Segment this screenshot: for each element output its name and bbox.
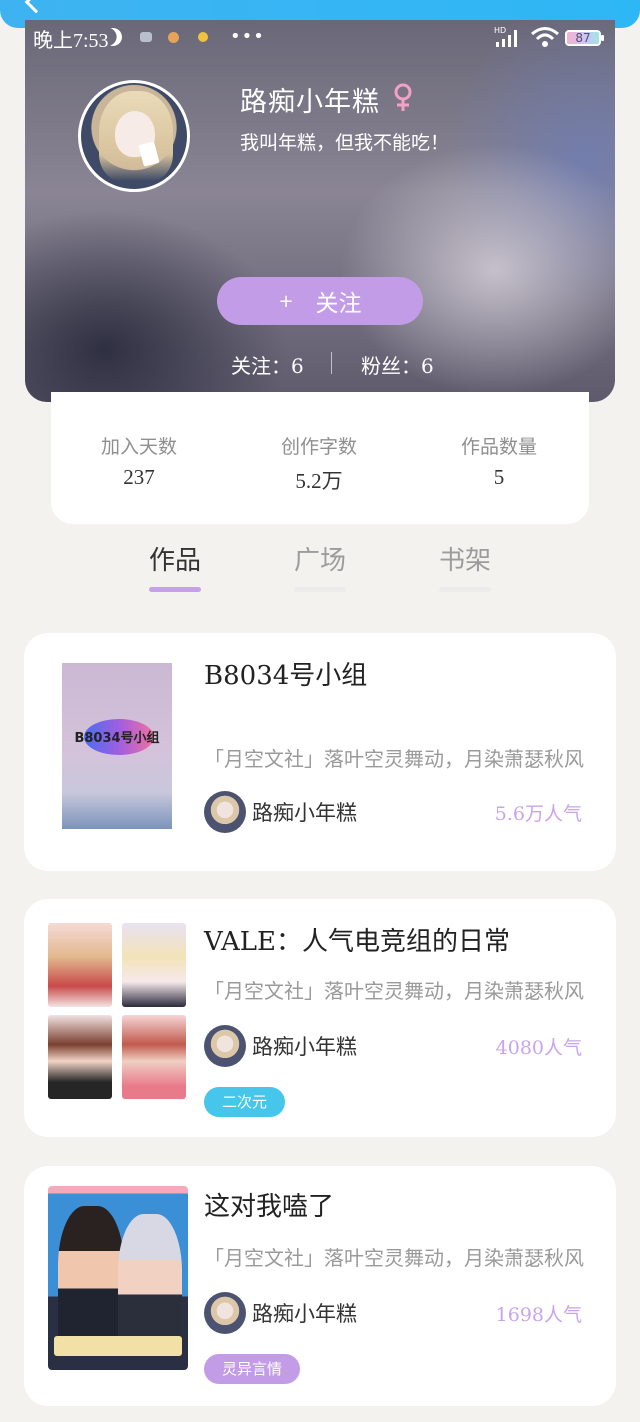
follow-button[interactable]: + 关注 [217, 277, 423, 325]
work-cover: B8034号小组 [62, 663, 172, 829]
wifi-icon [531, 27, 559, 47]
tab-label: 作品 [148, 546, 201, 576]
stats-card: 加入天数 237 创作字数 5.2万 作品数量 5 [51, 392, 589, 524]
female-icon [394, 83, 412, 111]
app-notification-icon [168, 32, 179, 43]
author-avatar [204, 1292, 246, 1334]
stat-value: 237 [123, 465, 155, 489]
work-card[interactable]: B8034号小组 B8034号小组 「月空文社」落叶空灵舞动，月染萧瑟秋风 路痴… [24, 633, 616, 871]
work-cover [48, 923, 188, 1101]
genre-tag[interactable]: 二次元 [204, 1087, 286, 1117]
work-title: 这对我嗑了 [204, 1192, 335, 1222]
cover-cell [48, 923, 112, 1007]
tab-square[interactable]: 广场 [280, 540, 360, 592]
tab-underline [439, 587, 491, 592]
work-desc: 「月空文社」落叶空灵舞动，月染萧瑟秋风 [204, 979, 584, 1003]
cover-player-bar [54, 1336, 182, 1356]
author-name: 路痴小年糕 [252, 1302, 357, 1326]
following-count[interactable]: 关注：6 [231, 350, 304, 379]
stat-label: 作品数量 [460, 436, 537, 458]
profile-tabs: 作品 广场 书架 [0, 530, 640, 610]
cover-title: B8034号小组 [74, 731, 160, 746]
popularity-count: 5.6万人气 [494, 803, 582, 825]
status-time: 晚上7:53 [33, 30, 109, 52]
user-name: 路痴小年糕 [240, 87, 380, 118]
app-notification-icon [140, 32, 152, 42]
stats-divider [331, 352, 332, 374]
tab-works[interactable]: 作品 [135, 540, 215, 592]
user-bio: 我叫年糕，但我不能吃！ [240, 132, 450, 154]
signal-icon [496, 30, 517, 47]
cover-cell [48, 1015, 112, 1099]
author-name: 路痴小年糕 [252, 1035, 357, 1059]
cover-figure [58, 1206, 124, 1356]
fans-count[interactable]: 粉丝：6 [361, 350, 434, 379]
stat-label: 加入天数 [100, 436, 177, 458]
tab-underline [149, 587, 201, 592]
tab-label: 广场 [293, 546, 346, 576]
stat-label: 创作字数 [280, 436, 357, 458]
author-avatar [204, 791, 246, 833]
tab-bookshelf[interactable]: 书架 [425, 540, 505, 592]
profile-avatar[interactable] [78, 80, 190, 192]
follow-label: 关注 [315, 290, 362, 316]
status-bar: 晚上7:53 ••• HD 87 [0, 0, 640, 56]
stat-value: 5 [493, 465, 505, 489]
stat-work-count: 作品数量 5 [429, 432, 569, 490]
more-notifications-icon: ••• [230, 26, 265, 47]
genre-tag[interactable]: 灵异言情 [204, 1354, 301, 1384]
tab-label: 书架 [438, 546, 491, 576]
popularity-count: 1698人气 [495, 1304, 582, 1326]
work-cover [48, 1186, 188, 1370]
cover-cell [122, 1015, 186, 1099]
work-card[interactable]: VALE：人气电竞组的日常 「月空文社」落叶空灵舞动，月染萧瑟秋风 路痴小年糕 … [24, 899, 616, 1137]
stat-join-days: 加入天数 237 [69, 432, 209, 490]
profile-header: 路痴小年糕 我叫年糕，但我不能吃！ + 关注 关注：6 粉丝：6 [25, 20, 615, 402]
app-notification-icon [198, 32, 208, 42]
follow-stats: 关注：6 粉丝：6 [25, 348, 615, 380]
battery-icon: 87 [565, 30, 604, 46]
cover-cell [122, 923, 186, 1007]
popularity-count: 4080人气 [495, 1037, 582, 1059]
work-desc: 「月空文社」落叶空灵舞动，月染萧瑟秋风 [204, 1246, 584, 1270]
tab-underline [294, 587, 346, 592]
work-title: VALE：人气电竞组的日常 [204, 927, 511, 957]
stat-value: 5.2万 [295, 469, 343, 493]
author-avatar [204, 1025, 246, 1067]
stat-word-count: 创作字数 5.2万 [249, 432, 389, 495]
plus-icon: + [278, 290, 294, 312]
author-name: 路痴小年糕 [252, 801, 357, 825]
work-card[interactable]: 这对我嗑了 「月空文社」落叶空灵舞动，月染萧瑟秋风 路痴小年糕 1698人气 灵… [24, 1166, 616, 1406]
work-title: B8034号小组 [204, 661, 368, 691]
work-desc: 「月空文社」落叶空灵舞动，月染萧瑟秋风 [204, 747, 584, 771]
